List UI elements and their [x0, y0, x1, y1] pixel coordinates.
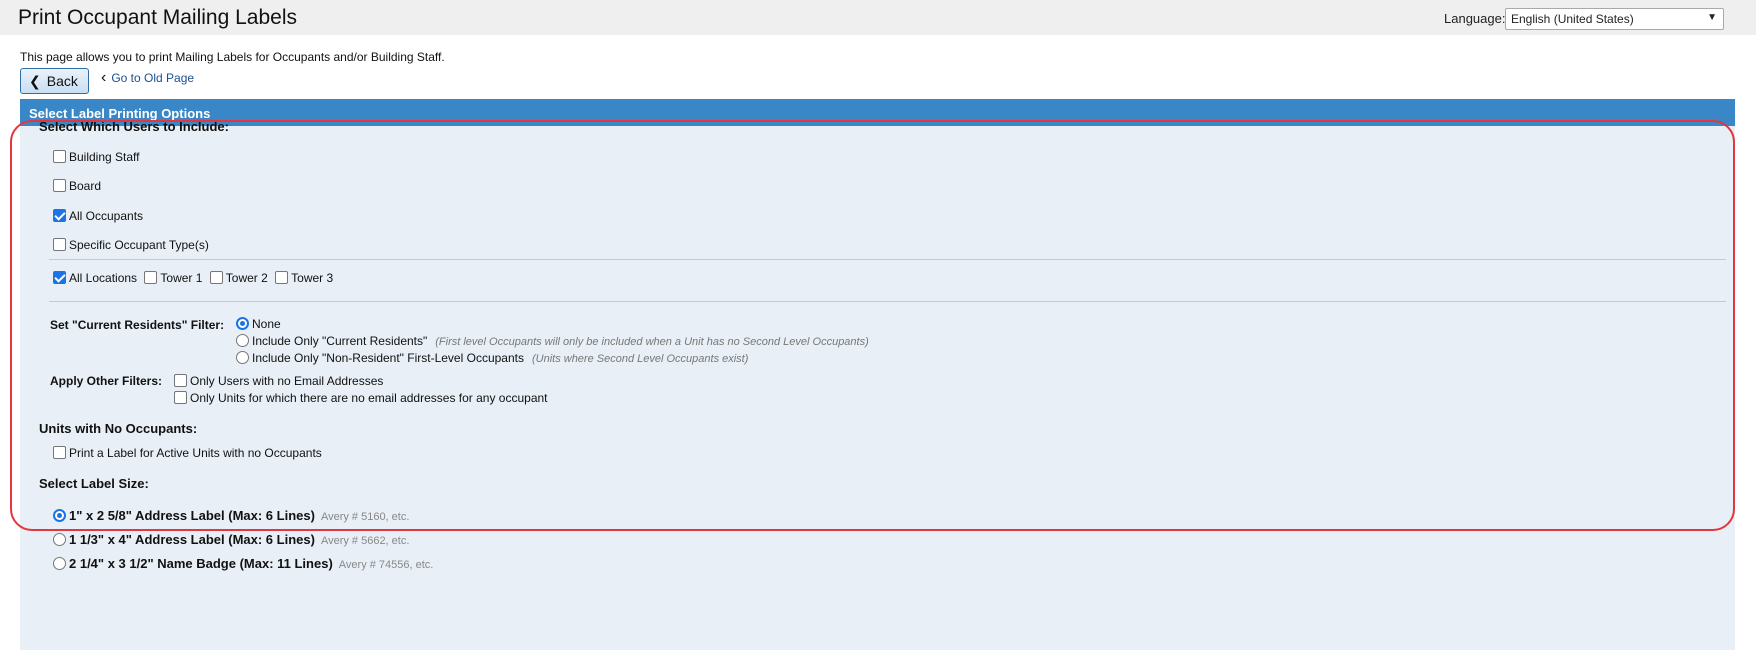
label-size-3-radio[interactable]	[53, 557, 66, 570]
label-size-option-3[interactable]: 2 1/4" x 3 1/2" Name Badge (Max: 11 Line…	[53, 556, 433, 571]
label-size-2-label: 1 1/3" x 4" Address Label (Max: 6 Lines)	[69, 532, 315, 547]
back-button-label: Back	[46, 73, 78, 89]
label-size-option-2[interactable]: 1 1/3" x 4" Address Label (Max: 6 Lines)…	[53, 532, 409, 547]
old-page-label: Go to Old Page	[111, 71, 195, 85]
highlight-annotation	[10, 120, 1735, 531]
chevron-down-icon: ▼	[1707, 12, 1717, 23]
language-select[interactable]: English (United States) ▼	[1505, 8, 1724, 30]
label-size-2-radio[interactable]	[53, 533, 66, 546]
intro-text: This page allows you to print Mailing La…	[20, 50, 445, 64]
label-size-3-label: 2 1/4" x 3 1/2" Name Badge (Max: 11 Line…	[69, 556, 333, 571]
top-bar: Print Occupant Mailing Labels Language: …	[0, 0, 1756, 35]
language-label: Language:	[1444, 11, 1506, 26]
language-select-value: English (United States)	[1511, 12, 1634, 26]
page-title: Print Occupant Mailing Labels	[18, 6, 297, 29]
go-to-old-page-link[interactable]: ‹ Go to Old Page	[101, 69, 194, 87]
chevron-left-icon: ‹	[101, 69, 107, 86]
label-size-2-avery: Avery # 5662, etc.	[320, 535, 410, 547]
label-size-3-avery: Avery # 74556, etc.	[338, 559, 434, 571]
chevron-left-icon: ❮	[29, 73, 41, 89]
back-button[interactable]: ❮ Back	[20, 68, 89, 94]
